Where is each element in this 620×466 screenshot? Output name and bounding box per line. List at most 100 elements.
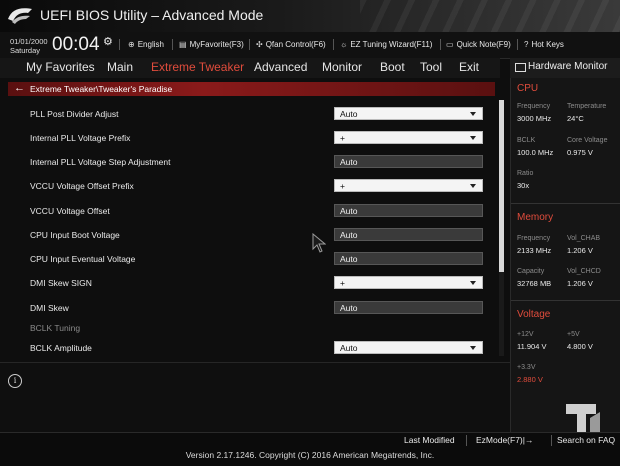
divider (466, 435, 467, 446)
note-icon: ▭ (446, 40, 454, 49)
help-icon: ? (524, 40, 529, 49)
v33-label: +3.3V (517, 364, 536, 371)
wizard-icon: ☼ (340, 40, 348, 49)
setting-label-dmi-skew-sign: DMI Skew SIGN (30, 278, 92, 288)
date-text: 01/01/2000 (10, 37, 48, 46)
tab-exit[interactable]: Exit (459, 60, 479, 74)
cpu-frequency-value: 3000 MHz (517, 114, 552, 123)
ezmode-button[interactable]: EzMode(F7)|→ (476, 435, 533, 445)
qfan-control-button[interactable]: ✣ Qfan Control(F6) (256, 40, 326, 49)
hardware-monitor-header: Hardware Monitor (510, 58, 620, 78)
mouse-cursor-icon (312, 233, 326, 253)
divider (249, 39, 250, 50)
tab-monitor[interactable]: Monitor (322, 60, 362, 74)
core-voltage-label: Core Voltage (567, 137, 608, 144)
day-text: Saturday (10, 46, 41, 55)
back-arrow-icon[interactable]: ← (14, 82, 25, 94)
dmi-skew-sign-dropdown[interactable]: + (334, 276, 483, 289)
tab-tool[interactable]: Tool (420, 60, 442, 74)
cpu-temperature-label: Temperature (567, 103, 607, 110)
v33-value: 2.880 V (517, 375, 543, 384)
bclk-amplitude-dropdown[interactable]: Auto (334, 341, 483, 354)
internal-pll-voltage-prefix-dropdown[interactable]: + (334, 131, 483, 144)
divider (333, 39, 334, 50)
setting-label-bclk-amplitude: BCLK Amplitude (30, 343, 92, 353)
hot-keys-button[interactable]: ? Hot Keys (524, 40, 564, 49)
cpu-input-eventual-voltage-input[interactable]: Auto (334, 252, 483, 265)
myfavorite-button[interactable]: ▤ MyFavorite(F3) (179, 40, 244, 49)
favorite-icon: ▤ (179, 40, 187, 49)
capacity-label: Capacity (517, 268, 545, 275)
main-menu: My Favorites Main Extreme Tweaker Advanc… (0, 58, 500, 78)
divider (440, 39, 441, 50)
tab-extreme-tweaker[interactable]: Extreme Tweaker (151, 60, 244, 74)
settings-list: PLL Post Divider Adjust Auto Internal PL… (0, 96, 500, 362)
cpu-temperature-value: 24°C (567, 114, 584, 123)
fan-icon: ✣ (256, 40, 263, 49)
breadcrumb-path: Extreme Tweaker\Tweaker's Paradise (30, 84, 173, 94)
footer-bar: Last Modified EzMode(F7)|→ Search on FAQ… (0, 432, 620, 466)
setting-label-pll-post-divider: PLL Post Divider Adjust (30, 109, 119, 119)
divider (511, 203, 620, 204)
clock-time[interactable]: 00:04 (52, 34, 100, 56)
setting-label-cpu-input-boot-voltage: CPU Input Boot Voltage (30, 230, 120, 240)
settings-scrollbar[interactable] (499, 100, 504, 356)
rog-logo-icon (8, 8, 32, 24)
bclk-value: 100.0 MHz (517, 148, 554, 157)
language-button[interactable]: ⊕ English (128, 40, 164, 49)
setting-label-internal-pll-voltage-prefix: Internal PLL Voltage Prefix (30, 133, 131, 143)
monitor-icon (515, 63, 526, 72)
app-title: UEFI BIOS Utility – Advanced Mode (40, 7, 264, 23)
tab-my-favorites[interactable]: My Favorites (26, 60, 95, 74)
title-bar: UEFI BIOS Utility – Advanced Mode (0, 0, 620, 58)
section-header-bclk-tuning: BCLK Tuning (30, 323, 81, 333)
v12-label: +12V (517, 331, 534, 338)
vol-chab-value: 1.206 V (567, 246, 593, 255)
divider (517, 39, 518, 50)
vccu-voltage-offset-input[interactable]: Auto (334, 204, 483, 217)
date-display: 01/01/2000 Saturday (10, 37, 48, 55)
last-modified-button[interactable]: Last Modified (404, 435, 455, 445)
scrollbar-thumb[interactable] (499, 100, 504, 272)
voltage-section-title: Voltage (517, 309, 551, 320)
help-area: i (0, 362, 510, 433)
tab-boot[interactable]: Boot (380, 60, 405, 74)
memory-frequency-label: Frequency (517, 235, 551, 242)
divider (551, 435, 552, 446)
hardware-monitor-panel: CPU Frequency Temperature 3000 MHz 24°C … (510, 78, 620, 432)
search-on-faq-button[interactable]: Search on FAQ (557, 435, 615, 445)
dmi-skew-input[interactable]: Auto (334, 301, 483, 314)
v5-label: +5V (567, 331, 580, 338)
core-voltage-value: 0.975 V (567, 148, 593, 157)
v5-value: 4.800 V (567, 342, 593, 351)
globe-icon: ⊕ (128, 40, 135, 49)
vccu-voltage-offset-prefix-dropdown[interactable]: + (334, 179, 483, 192)
breadcrumb[interactable]: ← Extreme Tweaker\Tweaker's Paradise (8, 82, 495, 96)
pll-post-divider-dropdown[interactable]: Auto (334, 107, 483, 120)
bclk-label: BCLK (517, 137, 536, 144)
divider (511, 300, 620, 301)
capacity-value: 32768 MB (517, 279, 552, 288)
version-text: Version 2.17.1246. Copyright (C) 2016 Am… (185, 450, 435, 460)
setting-label-internal-pll-voltage-step: Internal PLL Voltage Step Adjustment (30, 157, 171, 167)
vol-chab-label: Vol_CHAB (567, 235, 601, 242)
quick-note-button[interactable]: ▭ Quick Note(F9) (446, 40, 511, 49)
hardware-monitor-title: Hardware Monitor (528, 61, 608, 72)
tab-main[interactable]: Main (107, 60, 133, 74)
divider (119, 39, 120, 50)
setting-label-vccu-voltage-offset: VCCU Voltage Offset (30, 206, 110, 216)
tab-advanced[interactable]: Advanced (254, 60, 307, 74)
vol-chcd-label: Vol_CHCD (567, 268, 601, 275)
v12-value: 11.904 V (517, 342, 547, 351)
info-icon[interactable]: i (8, 374, 22, 388)
gear-icon[interactable]: ⚙ (103, 35, 113, 48)
info-bar: 01/01/2000 Saturday 00:04 ⚙ ⊕ English ▤ My… (0, 32, 620, 59)
ez-tuning-wizard-button[interactable]: ☼ EZ Tuning Wizard(F11) (340, 40, 432, 49)
internal-pll-voltage-step-input[interactable]: Auto (334, 155, 483, 168)
vol-chcd-value: 1.206 V (567, 279, 593, 288)
cpu-frequency-label: Frequency (517, 103, 551, 110)
setting-label-dmi-skew: DMI Skew (30, 303, 69, 313)
cpu-input-boot-voltage-input[interactable]: Auto (334, 228, 483, 241)
divider (172, 39, 173, 50)
ratio-label: Ratio (517, 170, 534, 177)
